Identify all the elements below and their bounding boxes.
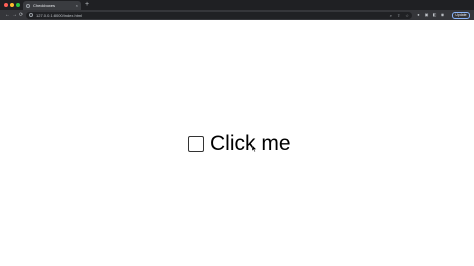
- sidebar-icon[interactable]: ◧: [432, 11, 437, 18]
- browser-toolbar: ← → ⟳ 127.0.0.1:8000/index.html ⌕ ⇪ ☆ ● …: [0, 10, 474, 20]
- zoom-icon[interactable]: ⌕: [390, 12, 392, 19]
- site-info-icon[interactable]: [29, 13, 33, 17]
- forward-button[interactable]: →: [12, 11, 17, 19]
- mouse-cursor-icon: [252, 145, 257, 152]
- tab-checkboxes[interactable]: Checkboxes ×: [23, 1, 81, 10]
- puzzle-icon[interactable]: ▣: [424, 11, 429, 18]
- share-icon[interactable]: ⇪: [397, 12, 400, 19]
- extension-icon[interactable]: ●: [416, 11, 421, 18]
- update-button[interactable]: Update: [452, 11, 470, 19]
- profile-icon[interactable]: ◉: [440, 11, 445, 18]
- browser-chrome: Checkboxes × + ← → ⟳ 127.0.0.1:8000/inde…: [0, 0, 474, 20]
- back-button[interactable]: ←: [5, 11, 10, 19]
- tab-close-icon[interactable]: ×: [76, 3, 78, 8]
- tab-title: Checkboxes: [33, 3, 56, 8]
- checkbox-label[interactable]: Click me: [210, 133, 291, 155]
- click-me-checkbox-row[interactable]: Click me: [188, 133, 291, 155]
- checkbox[interactable]: [188, 136, 204, 152]
- new-tab-button[interactable]: +: [85, 1, 89, 9]
- tab-strip: Checkboxes × +: [0, 0, 474, 10]
- address-bar[interactable]: 127.0.0.1:8000/index.html ⌕ ⇪ ☆: [26, 11, 412, 19]
- bookmark-star-icon[interactable]: ☆: [405, 12, 409, 19]
- address-url[interactable]: 127.0.0.1:8000/index.html: [36, 13, 82, 18]
- maximize-window-icon[interactable]: [16, 3, 20, 7]
- globe-icon: [26, 3, 30, 8]
- reload-button[interactable]: ⟳: [19, 11, 23, 19]
- close-window-icon[interactable]: [4, 3, 8, 7]
- minimize-window-icon[interactable]: [10, 3, 14, 7]
- page-content: Click me: [0, 20, 474, 266]
